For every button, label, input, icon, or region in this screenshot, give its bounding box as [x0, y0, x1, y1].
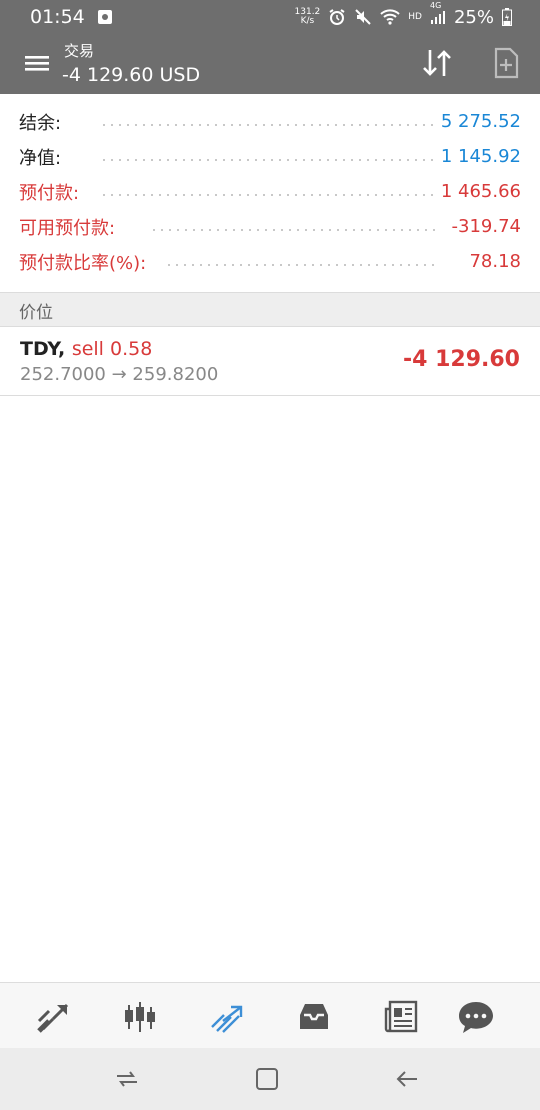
chat-bubble-icon — [459, 1002, 493, 1033]
inbox-icon — [300, 1004, 328, 1029]
back-arrow-icon — [396, 1071, 417, 1087]
screenshot-notification-icon — [97, 9, 113, 25]
hamburger-icon — [25, 56, 49, 71]
summary-label: 结余: — [19, 108, 68, 135]
candlestick-icon — [125, 1002, 155, 1032]
battery-charging-icon — [502, 8, 512, 26]
summary-label: 可用预付款: — [19, 213, 122, 240]
page-title: 交易 — [64, 42, 95, 60]
quotes-arrows-icon — [37, 1003, 69, 1033]
sort-button[interactable] — [418, 46, 458, 80]
position-type: sell 0.58 — [71, 338, 153, 360]
status-bar: 01:54 131.2 K/s HD 4G 25% — [0, 0, 540, 34]
summary-label: 预付款比率(%): — [19, 248, 153, 275]
net-speed: 131.2 K/s — [295, 8, 321, 26]
new-document-icon — [494, 47, 519, 79]
wifi-icon — [380, 9, 400, 25]
summary-label: 预付款: — [19, 178, 86, 205]
position-prices: 252.7000 → 259.8200 — [20, 364, 219, 385]
summary-value: 1 465.66 — [432, 181, 521, 202]
top-app-bar: 交易 -4 129.60 USD — [0, 34, 540, 94]
summary-value: 78.18 — [461, 251, 521, 272]
nav-chart[interactable] — [120, 997, 160, 1037]
section-title: 价位 — [19, 303, 53, 323]
nav-quotes[interactable] — [33, 997, 73, 1037]
bottom-navigation — [0, 982, 540, 1048]
total-profit-subtitle: -4 129.60 USD — [62, 64, 201, 86]
status-time: 01:54 — [30, 6, 85, 28]
dotted-leader — [150, 229, 440, 231]
alarm-icon — [328, 8, 346, 26]
dotted-leader — [100, 194, 440, 196]
network-type-label: 4G — [429, 1, 442, 10]
summary-row-equity: 净值: 1 145.92 — [0, 139, 540, 174]
summary-value: -319.74 — [443, 216, 521, 237]
home-icon — [256, 1068, 278, 1090]
net-speed-unit: K/s — [300, 16, 315, 26]
position-row[interactable]: TDY, sell 0.58 252.7000 → 259.8200 -4 12… — [0, 327, 540, 396]
summary-value: 1 145.92 — [432, 146, 521, 167]
summary-row-margin: 预付款: 1 465.66 — [0, 174, 540, 209]
nav-news[interactable] — [381, 997, 421, 1037]
signal-icon: 4G — [430, 1, 446, 25]
sort-arrows-icon — [423, 50, 451, 76]
hd-label: HD — [408, 12, 422, 22]
back-button[interactable] — [392, 1066, 422, 1092]
dotted-leader — [100, 159, 440, 161]
new-order-button[interactable] — [490, 46, 522, 80]
nav-trade[interactable] — [207, 997, 247, 1037]
system-navigation-bar — [0, 1048, 540, 1110]
nav-history[interactable] — [294, 997, 334, 1037]
recent-apps-button[interactable] — [112, 1066, 142, 1092]
summary-label: 净值: — [19, 143, 68, 170]
position-symbol: TDY, — [20, 338, 66, 360]
home-button[interactable] — [252, 1066, 282, 1092]
dotted-leader — [165, 264, 440, 266]
position-symbol-line: TDY, sell 0.58 — [20, 338, 152, 360]
dotted-leader — [100, 124, 440, 126]
summary-row-balance: 结余: 5 275.52 — [0, 104, 540, 139]
recent-apps-icon — [117, 1071, 137, 1087]
mute-icon — [354, 8, 372, 26]
battery-percent: 25% — [453, 6, 494, 28]
menu-button[interactable] — [22, 48, 52, 78]
trade-trend-icon — [211, 1005, 243, 1033]
nav-chat[interactable] — [456, 997, 496, 1037]
section-header-positions: 价位 — [0, 292, 540, 327]
position-profit: -4 129.60 — [403, 347, 520, 372]
app-root: 01:54 131.2 K/s HD 4G 25% 交易 -4 129.60 U… — [0, 0, 540, 1110]
summary-value: 5 275.52 — [432, 111, 521, 132]
account-summary: 结余: 5 275.52 净值: 1 145.92 预付款: 1 465.66 … — [0, 104, 540, 279]
newspaper-icon — [384, 1000, 418, 1033]
summary-row-free-margin: 可用预付款: -319.74 — [0, 209, 540, 244]
summary-row-margin-level: 预付款比率(%): 78.18 — [0, 244, 540, 279]
